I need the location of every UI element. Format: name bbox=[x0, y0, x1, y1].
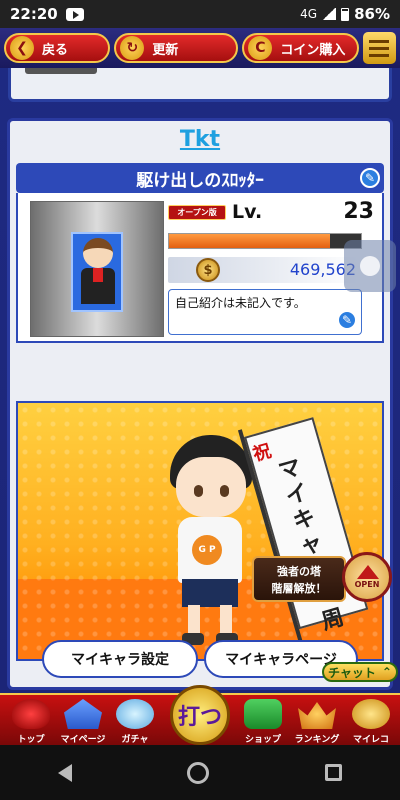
title-bar: 駆け出しのｽﾛｯﾀｰ ✎ bbox=[16, 163, 384, 193]
nav-mycollection[interactable]: マイレコ bbox=[342, 695, 400, 747]
content-area[interactable]: Tkt 駆け出しのｽﾛｯﾀｰ ✎ オープン版 Lv. 23 $ 469,562 bbox=[0, 68, 400, 693]
self-intro: 自己紹介は未記入です。 ✎ bbox=[168, 289, 362, 335]
clock: 22:20 bbox=[10, 5, 58, 23]
edit-title-pencil-icon[interactable]: ✎ bbox=[360, 168, 380, 188]
tower-notice[interactable]: 強者の塔 階層解放！ bbox=[252, 556, 346, 602]
top-nav: ❮ 戻る ↻ 更新 C コイン購入 bbox=[0, 28, 400, 68]
tower-notice-line1: 強者の塔 bbox=[277, 565, 321, 578]
my-chara-settings-button[interactable]: マイキャラ設定 bbox=[42, 640, 198, 678]
coin-purchase-label: コイン購入 bbox=[280, 42, 346, 58]
avatar-frame bbox=[30, 201, 164, 337]
nav-play-button[interactable]: 打つ bbox=[170, 685, 230, 745]
crown-icon bbox=[298, 702, 336, 729]
character-scene: G P 祝 マイキャラ一周 bbox=[16, 401, 384, 661]
tower-notice-line2: 階層解放！ bbox=[271, 582, 327, 595]
system-recents-icon[interactable] bbox=[325, 764, 343, 781]
previous-panel bbox=[8, 68, 392, 102]
battery-icon bbox=[341, 7, 350, 21]
banner-celebrate-mark: 祝 bbox=[250, 440, 274, 466]
network-label: 4G bbox=[300, 7, 318, 21]
level-label: Lv. bbox=[232, 201, 263, 223]
shirt-logo: G P bbox=[192, 535, 222, 565]
status-icons: 4G 86% bbox=[300, 5, 390, 23]
open-version-badge: オープン版 bbox=[168, 205, 226, 220]
nav-ranking[interactable]: ランキング bbox=[288, 695, 346, 747]
chat-button[interactable]: チャット ⌃ bbox=[322, 662, 398, 682]
coin-icon: C bbox=[248, 36, 273, 60]
edit-intro-pencil-icon[interactable]: ✎ bbox=[337, 310, 357, 330]
system-home-icon[interactable] bbox=[187, 761, 210, 784]
profile-info: オープン版 Lv. 23 $ 469,562 自己紹介は未記入です。 ✎ bbox=[16, 193, 384, 343]
avatar bbox=[71, 232, 123, 312]
dollar-coin-icon: $ bbox=[196, 258, 220, 282]
shopping-cart-icon bbox=[244, 699, 282, 729]
open-tower-button[interactable]: OPEN bbox=[342, 552, 392, 602]
player-title: 駆け出しのｽﾛｯﾀｰ bbox=[136, 170, 264, 191]
youtube-icon bbox=[65, 7, 84, 21]
profile-panel: Tkt 駆け出しのｽﾛｯﾀｰ ✎ オープン版 Lv. 23 $ 469,562 bbox=[7, 118, 393, 690]
system-nav-bar bbox=[0, 745, 400, 800]
menu-button[interactable] bbox=[362, 32, 396, 64]
system-back-icon[interactable] bbox=[57, 763, 72, 782]
hamburger-icon bbox=[369, 39, 390, 43]
chevron-left-icon: ❮ bbox=[10, 36, 34, 60]
bottom-nav: トップ マイページ ガチャ 打つ ショップ ランキング マイレコ bbox=[0, 685, 400, 747]
scroll-indicator[interactable] bbox=[344, 240, 396, 292]
refresh-icon: ↻ bbox=[120, 36, 145, 60]
nav-gacha[interactable]: ガチャ bbox=[106, 695, 164, 747]
house-icon bbox=[64, 699, 102, 729]
collection-medal-icon bbox=[352, 699, 390, 729]
nav-mypage[interactable]: マイページ bbox=[54, 695, 112, 747]
username-link[interactable]: Tkt bbox=[10, 127, 390, 152]
nav-shop[interactable]: ショップ bbox=[234, 695, 292, 747]
open-label: OPEN bbox=[354, 580, 380, 589]
refresh-button[interactable]: ↻ 更新 bbox=[114, 33, 239, 63]
refresh-label: 更新 bbox=[152, 42, 179, 58]
exp-bar-fill bbox=[169, 234, 331, 248]
level-value: 23 bbox=[343, 199, 374, 224]
signal-icon bbox=[322, 8, 337, 20]
buy-coin-button[interactable]: C コイン購入 bbox=[242, 33, 359, 63]
back-button[interactable]: ❮ 戻る bbox=[4, 33, 111, 63]
self-intro-text: 自己紹介は未記入です。 bbox=[175, 296, 306, 310]
back-label: 戻る bbox=[42, 42, 69, 58]
exp-bar bbox=[168, 233, 362, 249]
nav-top[interactable]: トップ bbox=[2, 695, 60, 747]
top-icon bbox=[12, 699, 50, 729]
status-bar: 22:20 4G 86% bbox=[0, 0, 400, 28]
chevron-up-icon: ⌃ bbox=[381, 665, 392, 679]
chat-label: チャット bbox=[328, 665, 376, 680]
battery-percent: 86% bbox=[354, 5, 390, 23]
gacha-capsule-icon bbox=[116, 699, 154, 729]
coin-row: $ 469,562 bbox=[168, 257, 362, 283]
